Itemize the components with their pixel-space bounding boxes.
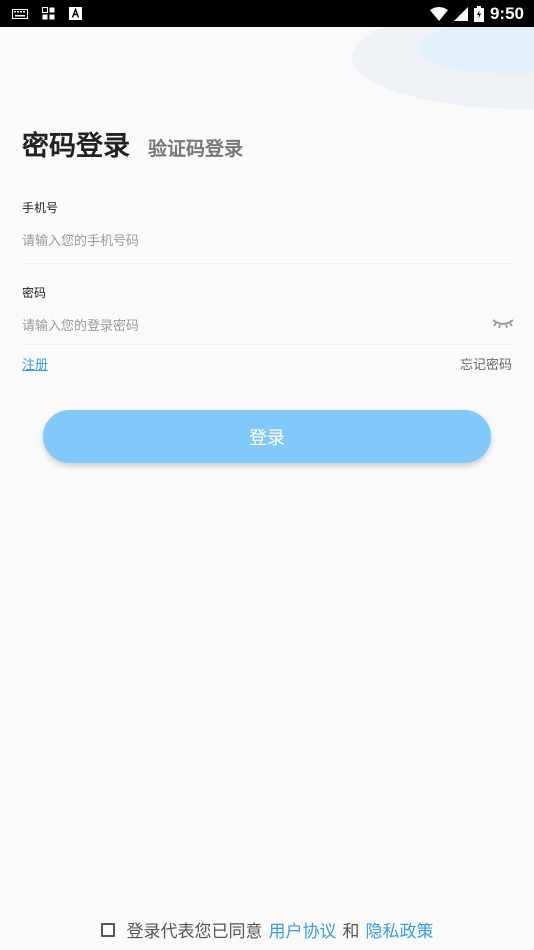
forgot-password-link[interactable]: 忘记密码 [460,354,512,373]
agreement-row: 登录代表您已同意 用户协议 和 隐私政策 [0,917,534,942]
status-bar-left [12,7,82,20]
password-divider [22,344,512,345]
agreement-checkbox[interactable] [100,922,115,937]
tab-password-login[interactable]: 密码登录 [22,124,130,163]
phone-divider [22,263,512,264]
register-link[interactable]: 注册 [22,354,48,373]
user-agreement-link[interactable]: 用户协议 [269,917,337,942]
tab-code-login[interactable]: 验证码登录 [148,134,243,161]
status-bar: 9:50 [0,0,534,27]
decorative-wave [334,27,534,127]
keyboard-icon [12,8,28,19]
privacy-policy-link[interactable]: 隐私政策 [366,917,434,942]
login-button-label: 登录 [249,427,285,449]
battery-icon [473,5,484,22]
password-label: 密码 [22,286,47,300]
wifi-icon [429,6,448,21]
signal-icon [453,6,468,21]
text-icon [69,7,82,20]
status-bar-right: 9:50 [429,3,524,24]
login-button[interactable]: 登录 [43,410,491,463]
status-time: 9:50 [489,3,524,23]
apps-icon [42,7,55,20]
eye-closed-icon[interactable] [492,316,514,330]
agreement-and: 和 [342,922,360,942]
login-mode-tabs: 密码登录 验证码登录 [22,124,243,163]
agreement-prefix: 登录代表您已同意 [126,922,263,942]
phone-label: 手机号 [22,201,59,215]
password-input[interactable] [22,306,482,346]
phone-input[interactable] [22,221,512,261]
